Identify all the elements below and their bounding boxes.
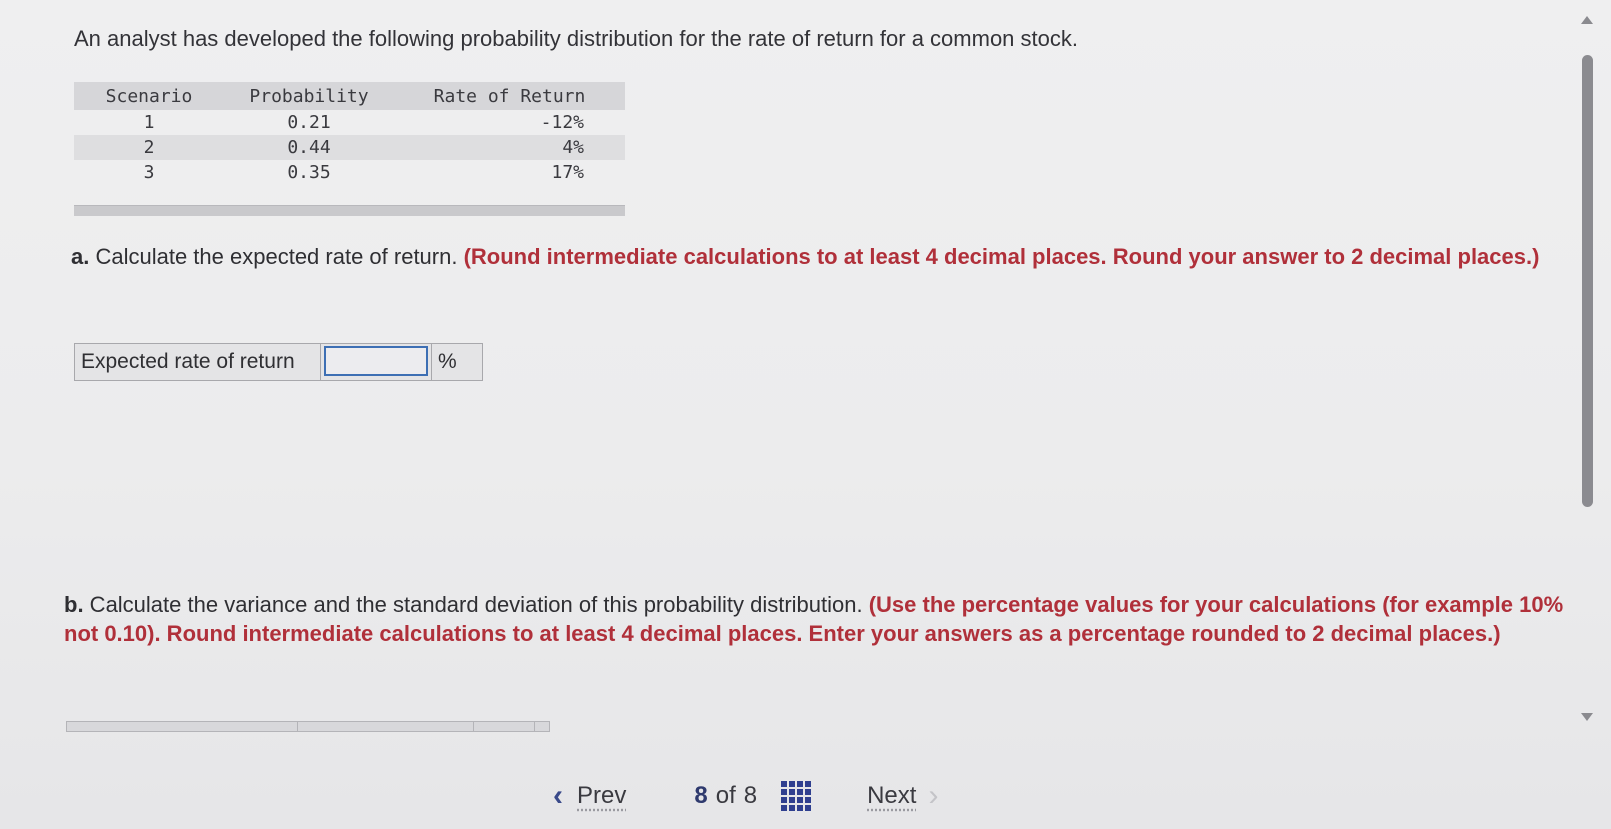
part-a-instructions: (Round intermediate calculations to at l… (463, 244, 1540, 269)
header-probability: Probability (249, 85, 369, 107)
part-b-text: Calculate the variance and the standard … (83, 592, 869, 617)
cell-scenario: 2 (143, 137, 155, 158)
part-b-question: b. Calculate the variance and the standa… (64, 590, 1564, 648)
cell-probability: 0.44 (287, 137, 331, 158)
question-grid-icon[interactable] (781, 781, 812, 811)
scroll-down-arrow-icon[interactable] (1581, 713, 1593, 721)
expected-return-answer-row: Expected rate of return % (74, 343, 483, 381)
question-intro: An analyst has developed the following p… (74, 26, 1078, 51)
current-page: 8 (694, 782, 708, 809)
total-pages: 8 (743, 782, 758, 809)
cell-scenario: 1 (143, 112, 155, 133)
expected-return-label: Expected rate of return (75, 344, 321, 380)
table-row: 3 0.35 17% (74, 160, 625, 185)
scrollbar-thumb[interactable] (1582, 55, 1593, 507)
question-page: An analyst has developed the following p… (0, 0, 1611, 829)
header-scenario: Scenario (105, 85, 193, 107)
chevron-right-icon: › (928, 779, 939, 812)
part-b-answer-table (66, 721, 550, 732)
table-footer-rule (74, 205, 625, 216)
answer-table-column (474, 722, 535, 731)
answer-table-column (67, 722, 298, 731)
answer-table-column (298, 722, 474, 731)
part-a-question: a. Calculate the expected rate of return… (71, 242, 1551, 271)
table-row: 1 0.21 -12% (74, 110, 625, 135)
table-row: 2 0.44 4% (74, 135, 625, 160)
header-rate-of-return: Rate of Return (433, 85, 586, 107)
prev-label: Prev (577, 782, 627, 809)
part-b-lead: b. (64, 592, 84, 617)
table-header: Scenario Probability Rate of Return (74, 82, 625, 110)
probability-table: Scenario Probability Rate of Return 1 0.… (74, 82, 625, 216)
cell-probability: 0.35 (287, 162, 331, 183)
expected-return-input[interactable] (324, 346, 428, 376)
cell-rate: 4% (562, 137, 584, 158)
part-a-lead: a. (71, 244, 90, 269)
next-button[interactable]: Next › (867, 779, 938, 813)
cell-rate: 17% (551, 162, 584, 183)
chevron-left-icon: ‹ (553, 779, 563, 812)
next-label: Next (867, 782, 917, 809)
percent-unit: % (431, 344, 482, 380)
page-indicator: 8 of 8 (694, 782, 757, 810)
question-navigation: ‹ Prev 8 of 8 Next › (553, 776, 938, 816)
part-a-text: Calculate the expected rate of return. (89, 244, 464, 269)
page-of-label: of (715, 782, 736, 809)
scroll-up-arrow-icon[interactable] (1581, 16, 1593, 24)
cell-rate: -12% (540, 112, 584, 133)
cell-scenario: 3 (143, 162, 155, 183)
prev-button[interactable]: ‹ Prev (553, 779, 626, 813)
cell-probability: 0.21 (287, 112, 331, 133)
